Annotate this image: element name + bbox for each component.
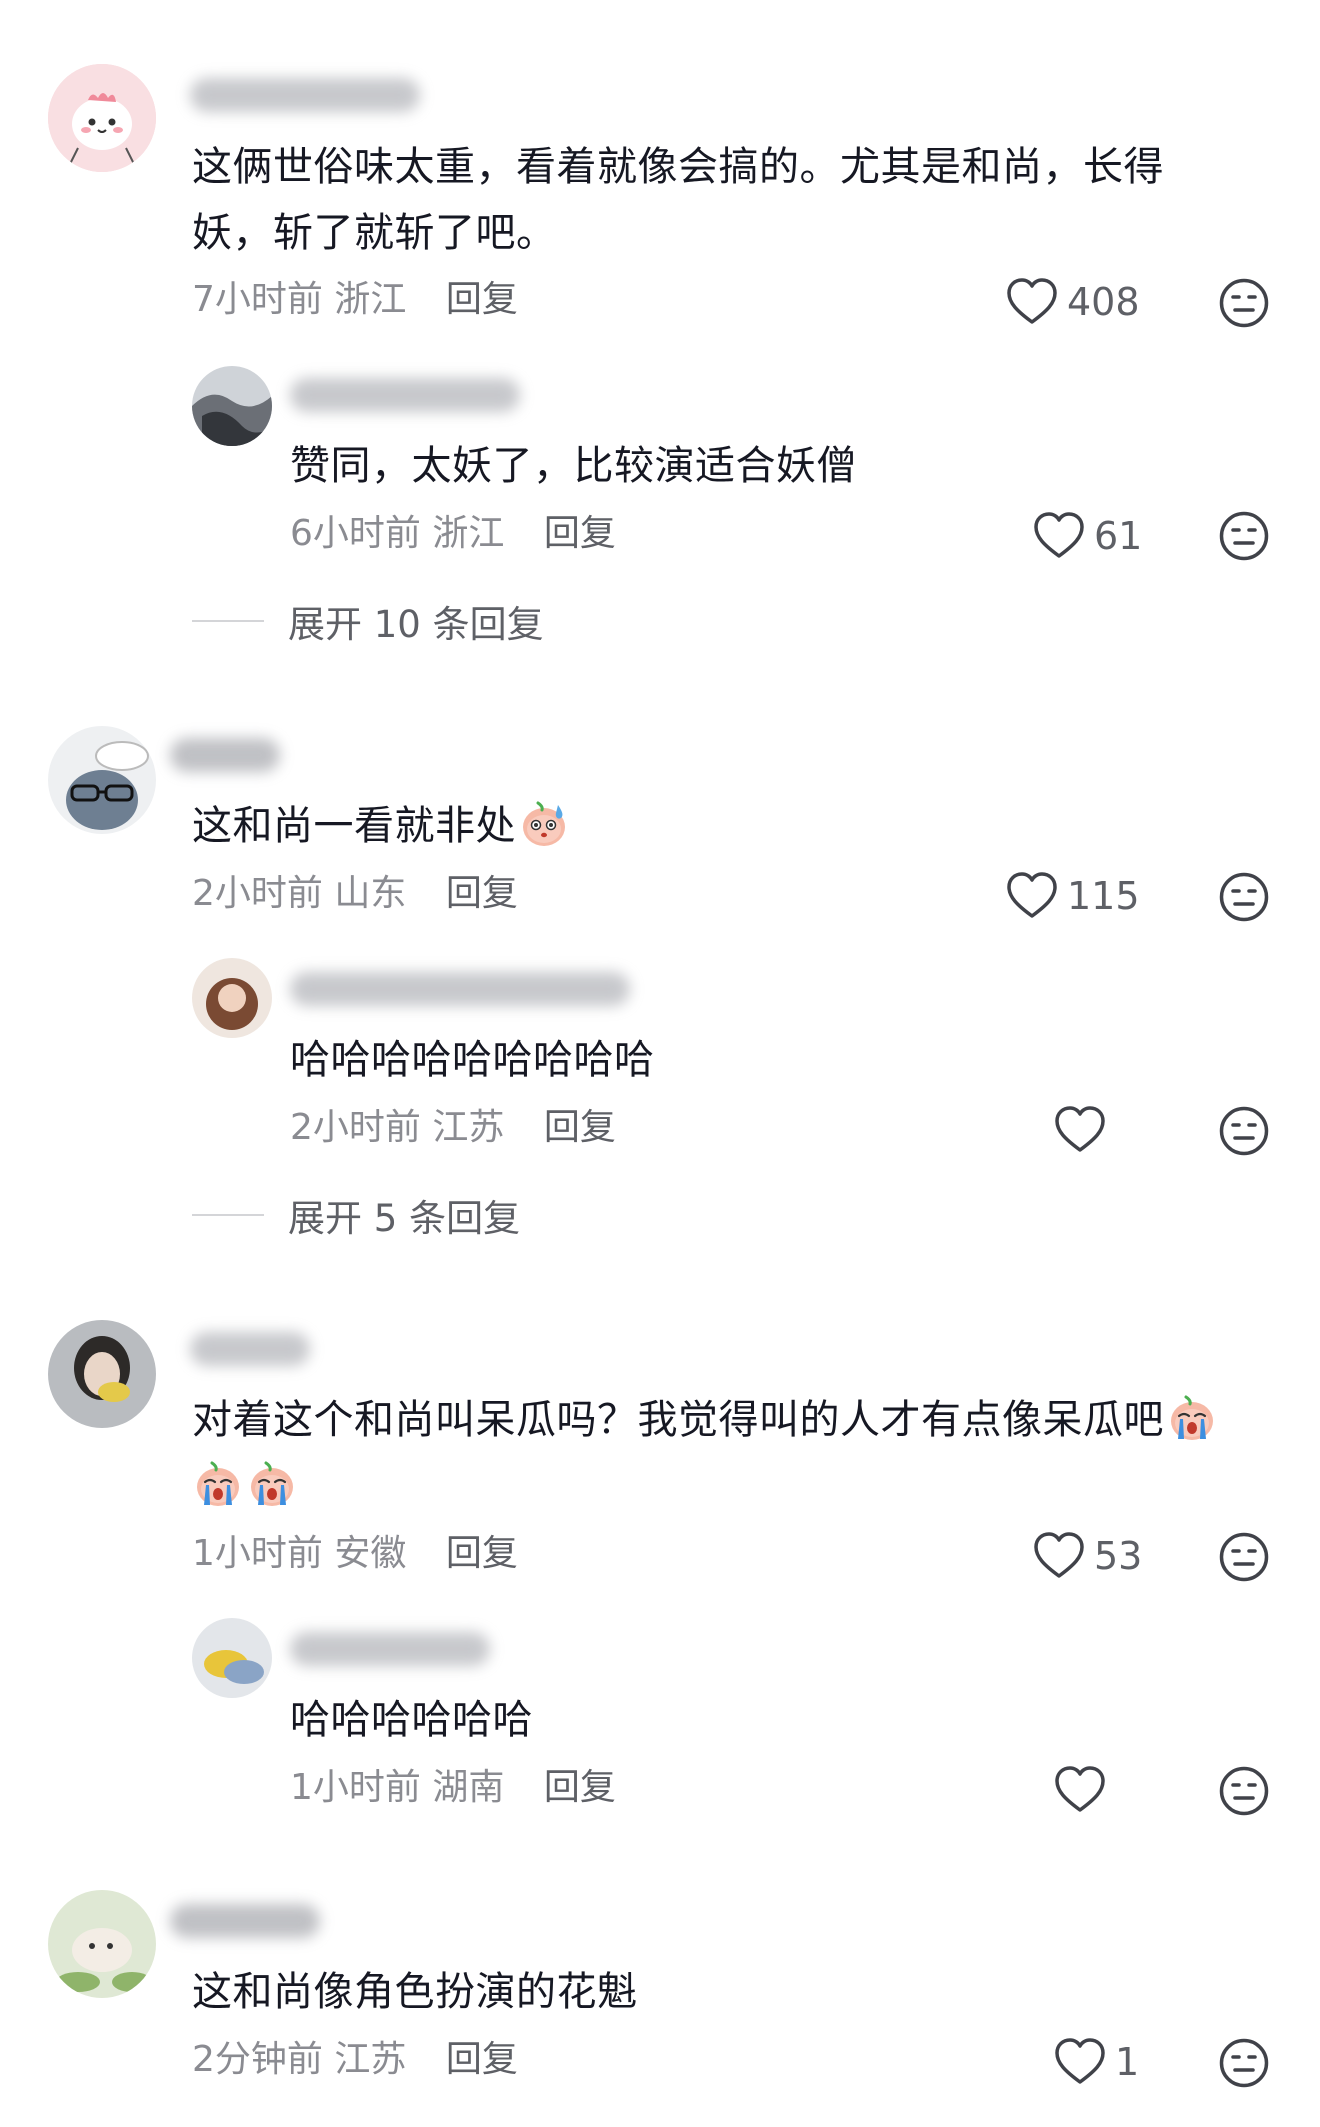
reply-time: 6小时前 xyxy=(290,513,421,554)
like-button[interactable]: 115 xyxy=(1005,866,1140,926)
comment-time: 2分钟前 xyxy=(192,2039,323,2080)
reply-text: 哈哈哈哈哈哈哈哈哈 xyxy=(290,1037,655,1083)
reply-button[interactable]: 回复 xyxy=(446,2039,518,2080)
neutral-face-icon[interactable] xyxy=(1218,1531,1270,1583)
like-button[interactable]: 1 xyxy=(1053,2032,1139,2092)
reply-text: 赞同，太妖了，比较演适合妖僧 xyxy=(290,443,857,489)
heart-outline-icon xyxy=(1032,1531,1086,1581)
heart-outline-icon xyxy=(1053,2037,1107,2087)
heart-outline-icon xyxy=(1005,277,1059,327)
avatar[interactable] xyxy=(48,726,156,834)
neutral-face-icon[interactable] xyxy=(1218,1765,1270,1817)
comment-meta: 2分钟前 江苏 回复 xyxy=(192,2038,518,2082)
comment-time: 7小时前 xyxy=(192,279,323,320)
divider xyxy=(192,620,264,622)
neutral-face-icon[interactable] xyxy=(1218,871,1270,923)
heart-outline-icon xyxy=(1053,1105,1107,1155)
expand-replies-button[interactable]: 展开 10 条回复 xyxy=(192,594,544,648)
username-blurred[interactable] xyxy=(190,78,420,112)
expand-replies-button[interactable]: 展开 5 条回复 xyxy=(192,1188,520,1242)
comment-location: 安徽 xyxy=(334,1533,407,1574)
avatar[interactable] xyxy=(48,1320,156,1428)
expand-replies-label: 展开 10 条回复 xyxy=(288,603,544,646)
comment-location: 浙江 xyxy=(334,279,407,320)
avatar-image xyxy=(192,1618,272,1698)
reply-text: 哈哈哈哈哈哈 xyxy=(290,1697,533,1743)
avatar-image xyxy=(192,366,272,446)
like-button[interactable] xyxy=(1053,1760,1115,1820)
comment-location: 山东 xyxy=(334,873,407,914)
like-count: 408 xyxy=(1067,280,1140,324)
username-blurred[interactable] xyxy=(170,738,280,772)
divider xyxy=(192,1214,264,1216)
comment-location: 江苏 xyxy=(334,2039,407,2080)
reply-location: 江苏 xyxy=(432,1107,505,1148)
neutral-face-icon[interactable] xyxy=(1218,277,1270,329)
reply-button[interactable]: 回复 xyxy=(446,1533,518,1574)
like-count: 53 xyxy=(1094,1534,1143,1578)
like-count: 61 xyxy=(1094,514,1143,558)
reply-location: 浙江 xyxy=(432,513,505,554)
avatar-image xyxy=(192,958,272,1038)
avatar[interactable] xyxy=(192,366,272,446)
reply-time: 1小时前 xyxy=(290,1767,421,1808)
reply-location: 湖南 xyxy=(432,1767,505,1808)
avatar-image xyxy=(48,1890,156,1998)
like-count: 1 xyxy=(1115,2040,1140,2084)
heart-outline-icon xyxy=(1053,1765,1107,1815)
username-blurred[interactable] xyxy=(290,378,520,412)
like-button[interactable]: 408 xyxy=(1005,272,1140,332)
avatar-image xyxy=(48,64,156,172)
comment-text-content: 对着这个和尚叫呆瓜吗？我觉得叫的人才有点像呆瓜吧 xyxy=(192,1397,1164,1443)
username-blurred[interactable] xyxy=(170,1904,320,1938)
like-button[interactable]: 53 xyxy=(1032,1526,1142,1586)
avatar-image xyxy=(48,1320,156,1428)
avatar-image xyxy=(48,726,156,834)
sweating-face-emoji xyxy=(518,797,570,849)
heart-outline-icon xyxy=(1005,871,1059,921)
reply-meta: 2小时前 江苏 回复 xyxy=(290,1106,616,1150)
neutral-face-icon[interactable] xyxy=(1218,1105,1270,1157)
expand-replies-label: 展开 5 条回复 xyxy=(288,1197,521,1240)
comment-meta: 1小时前 安徽 回复 xyxy=(192,1532,518,1576)
reply-button[interactable]: 回复 xyxy=(446,279,518,320)
reply-button[interactable]: 回复 xyxy=(544,1107,616,1148)
crying-face-emoji xyxy=(1166,1391,1218,1443)
comment-text: 这俩世俗味太重，看着就像会搞的。尤其是和尚，长得妖，斩了就斩了吧。 xyxy=(192,144,1164,256)
comment-meta: 2小时前 山东 回复 xyxy=(192,872,518,916)
comment-time: 1小时前 xyxy=(192,1533,323,1574)
username-blurred[interactable] xyxy=(290,972,630,1006)
reply-button[interactable]: 回复 xyxy=(544,1767,616,1808)
avatar[interactable] xyxy=(192,1618,272,1698)
heart-outline-icon xyxy=(1032,511,1086,561)
like-button[interactable]: 61 xyxy=(1032,506,1142,566)
reply-time: 2小时前 xyxy=(290,1107,421,1148)
like-count: 115 xyxy=(1067,874,1140,918)
avatar[interactable] xyxy=(192,958,272,1038)
crying-face-emoji xyxy=(192,1457,244,1509)
username-blurred[interactable] xyxy=(290,1632,490,1666)
reply-meta: 6小时前 浙江 回复 xyxy=(290,512,616,556)
username-blurred[interactable] xyxy=(190,1332,310,1366)
comment-text: 这和尚像角色扮演的花魁 xyxy=(192,1969,638,2015)
comment-text: 这和尚一看就非处 xyxy=(192,793,1232,859)
crying-face-emoji xyxy=(246,1457,298,1509)
reply-button[interactable]: 回复 xyxy=(446,873,518,914)
comment-meta: 7小时前 浙江 回复 xyxy=(192,278,518,322)
reply-meta: 1小时前 湖南 回复 xyxy=(290,1766,616,1810)
comment-text: 对着这个和尚叫呆瓜吗？我觉得叫的人才有点像呆瓜吧 xyxy=(192,1387,1272,1519)
comment-time: 2小时前 xyxy=(192,873,323,914)
avatar[interactable] xyxy=(48,64,156,172)
reply-button[interactable]: 回复 xyxy=(544,513,616,554)
comment-text-content: 这和尚一看就非处 xyxy=(192,803,516,849)
like-button[interactable] xyxy=(1053,1100,1115,1160)
avatar[interactable] xyxy=(48,1890,156,1998)
neutral-face-icon[interactable] xyxy=(1218,2037,1270,2089)
neutral-face-icon[interactable] xyxy=(1218,510,1270,562)
